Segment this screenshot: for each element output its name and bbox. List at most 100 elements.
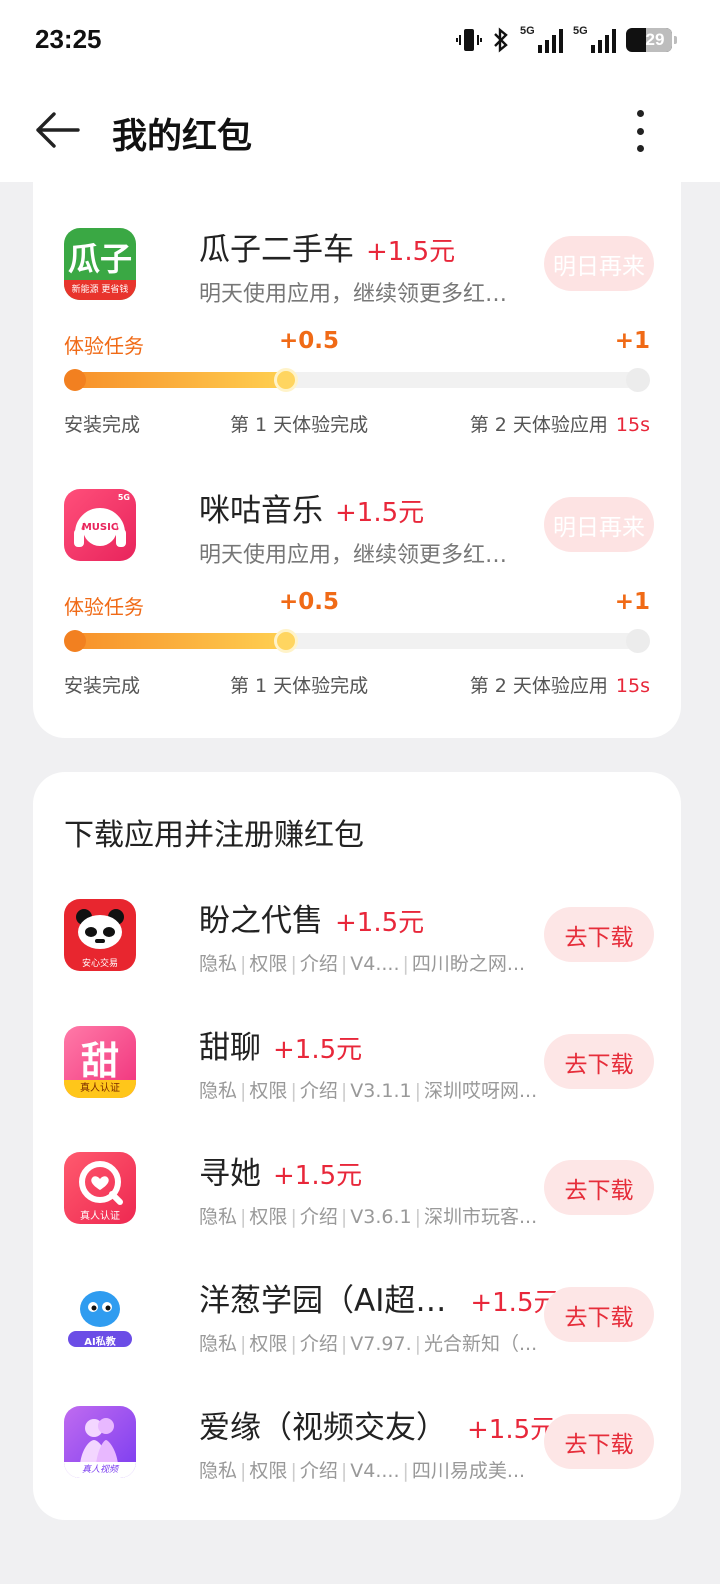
permission-link[interactable]: 权限 [249,1080,287,1102]
signal-icon: 5G [520,25,563,53]
progress-dot [274,629,298,653]
developer: 深圳哎呀网... [424,1080,538,1102]
app-meta: 隐私 | 权限 | 介绍 | V3.1.1 | 深圳哎呀网... [199,1080,538,1102]
task-progress: 体验任务 +0.5 +1 安装完成 第 1 天体验完成 第 2 天体验应用 15s [64,589,650,701]
app-header: 我的红包 [0,80,720,182]
list-item[interactable]: 真人认证 寻她 +1.5元 隐私 | 权限 | 介绍 | V3.6.1 | 深圳市玩客... 去下… [64,1152,654,1228]
back-arrow-icon[interactable] [34,110,80,150]
reward-amount: +1.5元 [273,1161,363,1191]
download-button[interactable]: 去下载 [544,1414,654,1469]
step-label: 安装完成 [64,675,141,697]
app-name: 洋葱学园（AI超… +1.5元 [199,1283,560,1319]
app-name: 咪咕音乐 +1.5元 [199,493,425,529]
intro-link[interactable]: 介绍 [300,1460,338,1482]
progress-dot [64,630,86,652]
app-meta: 隐私 | 权限 | 介绍 | V4.... | 四川盼之网... [199,953,526,975]
intro-link[interactable]: 介绍 [300,953,338,975]
step-label: 安装完成 [64,414,141,436]
task-progress: 体验任务 +0.5 +1 安装完成 第 1 天体验完成 第 2 天体验应用 15s [64,328,650,440]
come-back-tomorrow-button[interactable]: 明日再来 [544,236,654,291]
developer: 四川易成美... [411,1460,526,1482]
app-icon-xunta: 真人认证 [64,1152,136,1224]
app-icon-guazi: 瓜子 新能源 更省钱 [64,228,136,300]
mid-reward: +0.5 [279,589,340,615]
app-name: 寻她 +1.5元 [199,1156,363,1192]
reward-amount: +1.5元 [467,1415,557,1445]
step-label: 第 1 天体验完成 [230,414,369,436]
experience-card: 瓜子 新能源 更省钱 瓜子二手车 +1.5元 明天使用应用，继续领更多红… 明日再… [33,182,681,738]
step-label: 第 1 天体验完成 [230,675,369,697]
section-title: 下载应用并注册赚红包 [64,818,364,853]
app-icon-migu: MUSIC 5G [64,489,136,561]
privacy-link[interactable]: 隐私 [199,1460,237,1482]
app-icon-yangcong: AI私教 [64,1279,136,1351]
progress-track [72,372,646,388]
app-meta: 隐私 | 权限 | 介绍 | V4.... | 四川易成美... [199,1460,526,1482]
permission-link[interactable]: 权限 [249,953,287,975]
download-button[interactable]: 去下载 [544,1034,654,1089]
more-options-icon[interactable] [628,110,652,152]
list-item[interactable]: AI私教 洋葱学园（AI超… +1.5元 隐私 | 权限 | 介绍 | V7.97. | 光合新知… [64,1279,654,1355]
come-back-tomorrow-button[interactable]: 明日再来 [544,497,654,552]
status-icons: 5G 5G 29 [456,24,677,56]
privacy-link[interactable]: 隐私 [199,1080,237,1102]
end-reward: +1 [614,328,650,354]
privacy-link[interactable]: 隐私 [199,953,237,975]
version: V4.... [350,953,400,975]
download-button[interactable]: 去下载 [544,1160,654,1215]
intro-link[interactable]: 介绍 [300,1080,338,1102]
version: V3.1.1 [350,1080,412,1102]
end-reward: +1 [614,589,650,615]
app-desc: 明天使用应用，继续领更多红… [199,282,508,307]
list-item[interactable]: 瓜子 新能源 更省钱 瓜子二手车 +1.5元 明天使用应用，继续领更多红… 明日再… [64,228,654,308]
app-icon-tianliao: 甜 真人认证 [64,1026,136,1098]
reward-amount: +1.5元 [273,1035,363,1065]
progress-dot [626,368,650,392]
developer: 四川盼之网... [411,953,526,975]
download-button[interactable]: 去下载 [544,1287,654,1342]
app-name: 盼之代售 +1.5元 [199,903,425,939]
permission-link[interactable]: 权限 [249,1333,287,1355]
list-item[interactable]: 安心交易 盼之代售 +1.5元 隐私 | 权限 | 介绍 | V4.... | 四川盼之网... … [64,899,654,975]
privacy-link[interactable]: 隐私 [199,1206,237,1228]
permission-link[interactable]: 权限 [249,1206,287,1228]
app-meta: 隐私 | 权限 | 介绍 | V3.6.1 | 深圳市玩客... [199,1206,538,1228]
progress-dot [64,369,86,391]
seconds-remaining: 15s [615,414,650,436]
version: V4.... [350,1460,400,1482]
app-name: 瓜子二手车 +1.5元 [199,232,456,268]
reward-amount: +1.5元 [335,908,425,938]
developer: 深圳市玩客... [424,1206,538,1228]
app-icon-panzhi: 安心交易 [64,899,136,971]
step-label: 第 2 天体验应用 15s [469,414,650,436]
app-meta: 隐私 | 权限 | 介绍 | V7.97. | 光合新知（... [199,1333,538,1355]
privacy-link[interactable]: 隐私 [199,1333,237,1355]
bluetooth-icon [494,27,508,53]
task-label: 体验任务 [64,334,144,358]
version: V7.97. [350,1333,412,1355]
list-item[interactable]: 甜 真人认证 甜聊 +1.5元 隐私 | 权限 | 介绍 | V3.1.1 | 深圳哎呀网... … [64,1026,654,1102]
reward-amount: +1.5元 [366,237,456,267]
intro-link[interactable]: 介绍 [300,1333,338,1355]
reward-amount: +1.5元 [335,498,425,528]
progress-dot [626,629,650,653]
seconds-remaining: 15s [615,675,650,697]
task-label: 体验任务 [64,595,144,619]
app-icon-aiyuan: 真人视频 [64,1406,136,1478]
download-button[interactable]: 去下载 [544,907,654,962]
intro-link[interactable]: 介绍 [300,1206,338,1228]
list-item[interactable]: MUSIC 5G 咪咕音乐 +1.5元 明天使用应用，继续领更多红… 明日再来 [64,489,654,569]
list-item[interactable]: 真人视频 爱缘（视频交友） +1.5元 隐私 | 权限 | 介绍 | V4.... | 四川易成美… [64,1406,654,1482]
app-desc: 明天使用应用，继续领更多红… [199,543,508,568]
vibrate-icon [456,29,482,51]
version: V3.6.1 [350,1206,412,1228]
battery-icon: 29 [626,28,677,52]
signal-icon-2: 5G [573,25,616,53]
app-name: 爱缘（视频交友） +1.5元 [199,1410,557,1446]
page-title: 我的红包 [112,117,253,157]
status-bar: 23:25 5G 5G 29 [0,0,720,80]
developer: 光合新知（... [424,1333,538,1355]
step-label: 第 2 天体验应用 15s [469,675,650,697]
permission-link[interactable]: 权限 [249,1460,287,1482]
app-name: 甜聊 +1.5元 [199,1030,363,1066]
